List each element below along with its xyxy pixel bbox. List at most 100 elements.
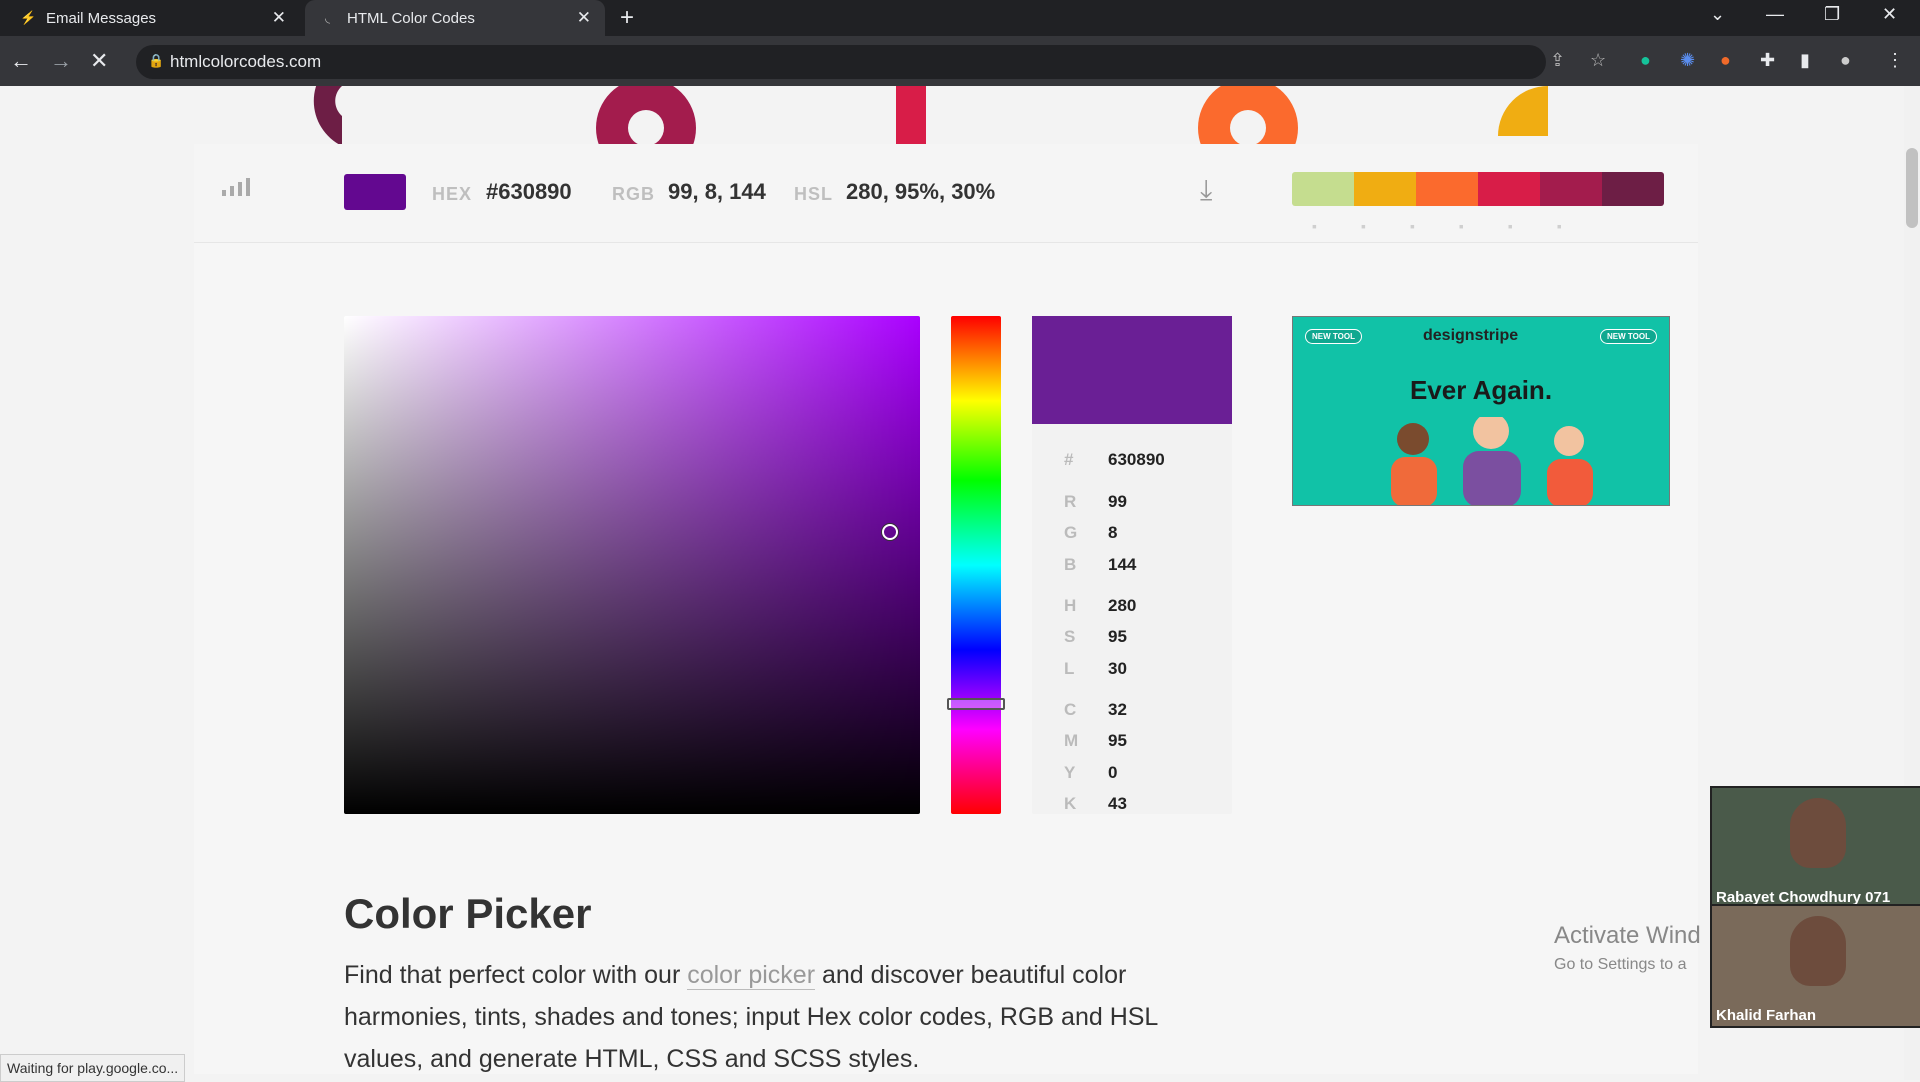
l-label: L — [1064, 659, 1075, 678]
avatar[interactable]: ● — [1840, 50, 1851, 71]
stop-loading-icon[interactable]: ✕ — [90, 48, 108, 74]
current-color-swatch[interactable] — [344, 174, 406, 210]
ad-illustration — [1391, 417, 1593, 505]
m-field[interactable]: 95 — [1108, 731, 1127, 750]
email-favicon-icon: ⚡ — [20, 10, 37, 25]
extensions-puzzle-icon[interactable]: ✚ — [1760, 50, 1775, 71]
g-field[interactable]: 8 — [1108, 523, 1117, 542]
url-text: htmlcolorcodes.com — [170, 52, 322, 71]
lock-icon[interactable]: ▪ — [1508, 218, 1513, 234]
h-row[interactable]: H 280 — [1064, 596, 1136, 616]
minimize-button[interactable]: — — [1766, 4, 1784, 25]
decorative-shape — [896, 86, 926, 146]
browser-tab-bar: ⚡ Email Messages ✕ ◟ HTML Color Codes ✕ … — [0, 0, 1920, 36]
lock-icon[interactable]: ▪ — [1459, 218, 1464, 234]
palette-color[interactable] — [1354, 172, 1416, 206]
tab-email-messages[interactable]: ⚡ Email Messages ✕ — [0, 0, 300, 36]
video-tile[interactable]: Rabayet Chowdhury 071 — [1710, 786, 1920, 910]
bookmark-star-icon[interactable]: ☆ — [1590, 50, 1606, 71]
intro-paragraph: Find that perfect color with our color p… — [344, 954, 1204, 1080]
color-info-bar: HEX #630890 RGB 99, 8, 144 HSL 280, 95%,… — [194, 144, 1698, 243]
lock-icon[interactable]: ▪ — [1361, 218, 1366, 234]
windows-activation-watermark: Activate Wind Go to Settings to a — [1554, 922, 1701, 974]
page-title: Color Picker — [344, 890, 592, 937]
r-label: R — [1064, 492, 1077, 511]
restore-button[interactable]: ❐ — [1824, 4, 1840, 25]
b-label: B — [1064, 555, 1077, 574]
grammarly-icon[interactable]: ● — [1640, 50, 1651, 71]
close-icon[interactable]: ✕ — [272, 8, 286, 28]
extension-icon[interactable]: ● — [1720, 50, 1731, 71]
hue-slider-handle[interactable] — [947, 698, 1005, 710]
picker-cursor[interactable] — [882, 524, 898, 540]
y-row[interactable]: Y0 — [1064, 763, 1117, 783]
close-window-button[interactable]: ✕ — [1882, 4, 1897, 25]
l-field[interactable]: 30 — [1108, 659, 1127, 678]
menu-kebab-icon[interactable]: ⋮ — [1886, 50, 1904, 71]
palette-color[interactable] — [1416, 172, 1478, 206]
b-field[interactable]: 144 — [1108, 555, 1136, 574]
advertisement-banner[interactable]: NEW TOOL NEW TOOL designstripe Ever Agai… — [1292, 316, 1670, 506]
r-field[interactable]: 99 — [1108, 492, 1127, 511]
back-icon[interactable]: ← — [10, 48, 32, 74]
tab-search-chevron-icon[interactable]: ⌄ — [1710, 4, 1725, 25]
intro-text: Find that perfect color with our — [344, 961, 688, 989]
hex-value[interactable]: #630890 — [486, 179, 572, 205]
b-row[interactable]: B 144 — [1064, 555, 1136, 575]
s-row[interactable]: S 95 — [1064, 627, 1127, 647]
k-row[interactable]: K 43 — [1064, 794, 1127, 814]
color-picker-link[interactable]: color picker — [687, 961, 816, 990]
tab-label: Email Messages — [46, 9, 157, 27]
lock-icon[interactable]: ▪ — [1410, 218, 1415, 234]
share-icon[interactable]: ⇪ — [1550, 50, 1565, 71]
forward-icon[interactable]: → — [50, 48, 72, 74]
k-field[interactable]: 43 — [1108, 794, 1127, 813]
lock-icon[interactable]: ▪ — [1312, 218, 1317, 234]
h-label: H — [1064, 596, 1077, 615]
s-field[interactable]: 95 — [1108, 627, 1127, 646]
chart-bars-icon[interactable] — [222, 178, 250, 196]
k-label: K — [1064, 794, 1077, 813]
video-tile[interactable]: Khalid Farhan — [1710, 904, 1920, 1028]
hex-symbol: # — [1064, 450, 1074, 469]
c-row[interactable]: C 32 — [1064, 700, 1127, 720]
scrollbar-thumb[interactable] — [1906, 148, 1918, 228]
palette-color[interactable] — [1602, 172, 1664, 206]
tab-html-color-codes[interactable]: ◟ HTML Color Codes ✕ — [305, 0, 605, 36]
close-icon[interactable]: ✕ — [577, 8, 591, 28]
side-panel-icon[interactable]: ▮ — [1800, 50, 1810, 71]
hue-slider[interactable] — [947, 316, 1005, 814]
download-icon[interactable]: ⤓ — [1200, 174, 1212, 207]
s-label: S — [1064, 627, 1076, 646]
r-row[interactable]: R 99 — [1064, 492, 1127, 512]
lock-icon[interactable]: ▪ — [1557, 218, 1562, 234]
hex-field[interactable]: 630890 — [1108, 450, 1165, 469]
y-field[interactable]: 0 — [1108, 763, 1117, 782]
rgb-value[interactable]: 99, 8, 144 — [668, 179, 766, 205]
ad-headline: Ever Again. — [1409, 375, 1553, 405]
status-bar: Waiting for play.google.co... — [0, 1054, 186, 1082]
extension-icon[interactable]: ✺ — [1680, 50, 1695, 71]
m-row[interactable]: M 95 — [1064, 731, 1127, 751]
palette-color[interactable] — [1292, 172, 1354, 206]
saturation-value-picker[interactable] — [344, 316, 920, 814]
new-tool-badge: NEW TOOL — [1600, 329, 1657, 344]
y-label: Y — [1064, 763, 1076, 782]
watermark-subtitle: Go to Settings to a — [1554, 956, 1687, 973]
palette-color[interactable] — [1540, 172, 1602, 206]
new-tool-badge: NEW TOOL — [1305, 329, 1362, 344]
h-field[interactable]: 280 — [1108, 596, 1136, 615]
new-tab-button[interactable]: + — [620, 4, 634, 32]
decorative-shape — [1198, 86, 1298, 146]
palette-color[interactable] — [1478, 172, 1540, 206]
hex-row[interactable]: #630890 — [1064, 450, 1165, 470]
l-row[interactable]: L 30 — [1064, 659, 1127, 679]
hsl-value[interactable]: 280, 95%, 30% — [846, 179, 995, 205]
address-bar[interactable]: 🔒 htmlcolorcodes.com — [136, 45, 1546, 79]
c-label: C — [1064, 700, 1077, 719]
decorative-shape — [1498, 86, 1548, 136]
loading-favicon-icon: ◟ — [325, 10, 331, 25]
decorative-shape — [596, 86, 696, 146]
c-field[interactable]: 32 — [1108, 700, 1127, 719]
g-row[interactable]: G8 — [1064, 523, 1117, 543]
